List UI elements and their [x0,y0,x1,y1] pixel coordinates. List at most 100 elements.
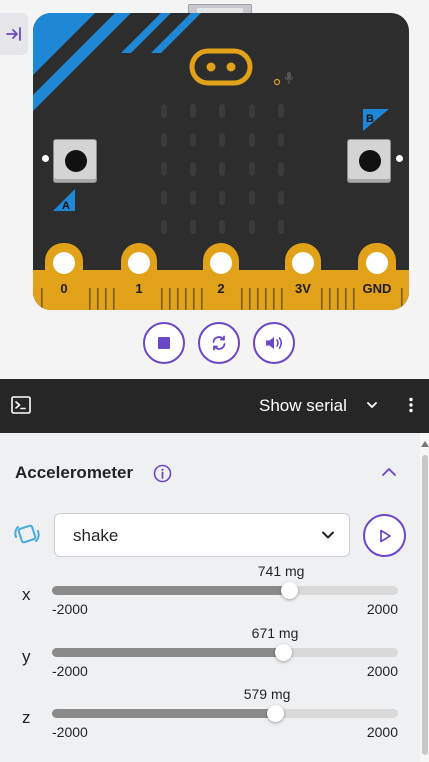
play-icon [379,529,391,542]
simulator-controls [143,322,295,364]
pin-hole-2 [210,252,232,274]
stop-button[interactable] [143,322,185,364]
edge-finger-line [113,288,115,310]
led-0-1 [190,104,196,118]
send-gesture-button[interactable] [363,514,406,557]
collapse-simulator-button[interactable] [0,13,28,55]
edge-finger-line [105,288,107,310]
edge-finger-line [185,288,187,310]
led-3-1 [190,191,196,205]
axis-value: 579 mg [243,686,291,702]
edge-finger-line [249,288,251,310]
speaker-icon [266,337,283,349]
axis-slider[interactable] [52,705,398,722]
axis-slider-thumb[interactable] [275,644,293,661]
led-1-2 [219,133,225,147]
led-1-1 [190,133,196,147]
button-b-hole [396,155,403,162]
axis-slider-fill [52,648,284,657]
edge-finger-line [193,288,195,310]
led-4-0 [161,220,167,234]
edge-finger-line [177,288,179,310]
axis-value: 671 mg [251,625,299,641]
reset-button[interactable] [198,322,240,364]
info-icon[interactable] [153,464,172,483]
button-a-cap[interactable] [65,150,87,172]
axis-min-label: -2000 [52,724,88,740]
more-vertical-icon[interactable] [408,397,414,413]
axis-row-y: y 671 mg -2000 2000 [0,625,420,685]
button-a-hole [42,155,49,162]
button-b-cap[interactable] [359,150,381,172]
axis-label: x [22,585,31,604]
pin-pad-0[interactable] [45,243,83,310]
button-a[interactable] [53,139,97,183]
pin-pad-3v[interactable] [285,243,321,310]
microphone-icon [273,72,294,86]
led-1-3 [249,133,255,147]
edge-finger-line [89,288,91,310]
led-1-0 [161,133,167,147]
led-3-4 [278,191,284,205]
led-2-2 [219,162,225,176]
axis-row-z: z 579 mg -2000 2000 [0,686,420,746]
sound-button[interactable] [253,322,295,364]
led-2-0 [161,162,167,176]
axis-slider-thumb[interactable] [267,705,285,722]
chevron-up-icon[interactable] [380,465,398,479]
axis-slider[interactable] [52,582,398,599]
button-b[interactable] [347,139,391,183]
led-1-4 [278,133,284,147]
edge-finger-line [97,288,99,310]
microbit-logo-icon [189,48,253,86]
panel-scrollbar-thumb[interactable] [422,455,428,755]
button-a-label: A [62,200,70,212]
pin-label-2: 2 [217,281,225,296]
pin-pad-gnd[interactable] [358,243,396,310]
axis-slider-thumb[interactable] [281,582,299,599]
show-serial-button[interactable]: Show serial [259,396,347,416]
terminal-icon [11,396,31,414]
led-0-3 [249,104,255,118]
pin-label-0: 0 [60,281,68,296]
axis-label: y [22,647,31,666]
edge-finger-line [169,288,171,310]
pin-hole-0 [53,252,75,274]
axis-min-label: -2000 [52,601,88,617]
edge-finger-line [273,288,275,310]
edge-finger-line [161,288,163,310]
microbit-board: A B 0 1 2 3V GND [33,0,409,310]
chevron-down-icon[interactable] [366,400,378,410]
edge-finger-line [281,288,283,310]
led-4-1 [190,220,196,234]
edge-finger-line [321,288,323,310]
button-b-marker: B [363,109,389,131]
axis-slider[interactable] [52,644,398,661]
pin-hole-gnd [366,252,388,274]
led-4-2 [219,220,225,234]
axis-label: z [22,708,31,727]
edge-finger-line [329,288,331,310]
shake-gesture-icon [14,524,40,544]
serial-bar[interactable]: Show serial [0,379,429,433]
axis-max-label: 2000 [366,663,398,679]
panel-title: Accelerometer [15,463,134,482]
pin-pad-1[interactable] [121,243,157,310]
pin-hole-1 [128,252,150,274]
edge-finger-line [353,288,355,310]
button-b-label: B [366,113,374,125]
board-body: A B 0 1 2 3V GND [33,13,409,310]
edge-finger-line [345,288,347,310]
gesture-select[interactable]: shake [54,513,350,557]
led-2-4 [278,162,284,176]
led-2-1 [190,162,196,176]
pin-label-3v: 3V [295,281,311,296]
simulator-area: A B 0 1 2 3V GND [0,0,429,379]
axis-slider-fill [52,709,276,718]
pin-pad-2[interactable] [203,243,239,310]
edge-finger-line [241,288,243,310]
edge-finger-line [401,288,403,310]
axis-min-label: -2000 [52,663,88,679]
stop-icon [158,337,170,349]
scroll-up-arrow-icon[interactable] [421,441,429,447]
